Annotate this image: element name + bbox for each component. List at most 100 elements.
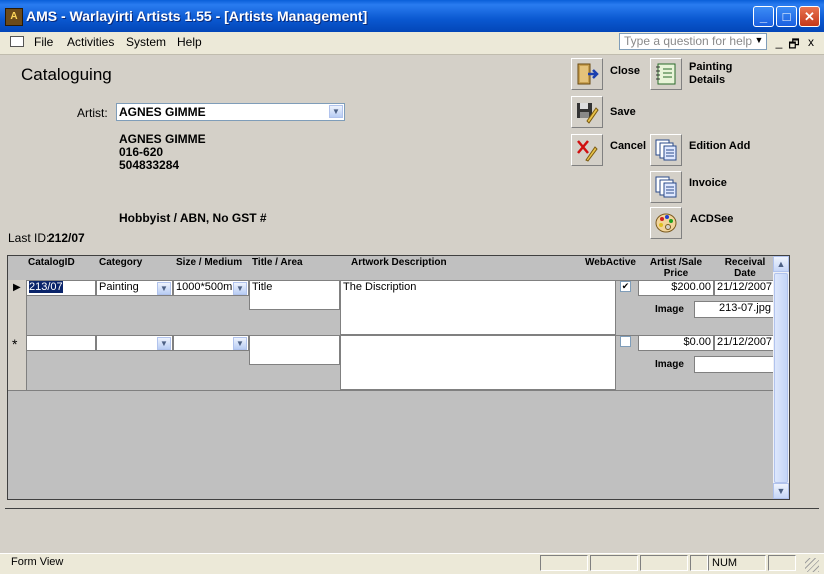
menu-help[interactable]: Help xyxy=(177,35,202,49)
edition-add-button[interactable] xyxy=(650,134,682,166)
status-num: NUM xyxy=(708,555,766,571)
chevron-down-icon[interactable]: ▼ xyxy=(233,282,247,295)
invoice-documents-icon xyxy=(655,176,677,198)
status-pane xyxy=(640,555,688,571)
mdi-minimize-button[interactable]: _ xyxy=(773,35,785,49)
painting-details-label-1: Painting xyxy=(689,61,733,73)
catalog-id-field[interactable]: 213/07 xyxy=(26,280,96,296)
row-selector[interactable] xyxy=(8,335,27,391)
last-id-label: Last ID: xyxy=(8,231,50,245)
form-title: Cataloguing xyxy=(21,65,112,84)
size-medium-value: 1000*500mm xyxy=(176,281,242,293)
artist-combobox[interactable]: AGNES GIMME ▼ xyxy=(116,103,345,121)
title-field[interactable]: Title xyxy=(249,280,340,310)
status-pane xyxy=(590,555,638,571)
size-medium-combobox[interactable]: ▼ xyxy=(173,335,249,351)
chevron-down-icon[interactable]: ▼ xyxy=(157,337,171,350)
mdi-close-button[interactable]: x xyxy=(805,35,817,49)
acdsee-button[interactable] xyxy=(650,207,682,239)
header-catalog-id: CatalogID xyxy=(28,257,75,268)
header-artwork-description: Artwork Description xyxy=(351,257,447,268)
invoice-button[interactable] xyxy=(650,171,682,203)
catalog-id-field[interactable] xyxy=(26,335,96,351)
category-value: Painting xyxy=(99,281,139,293)
last-id-value: 212/07 xyxy=(48,231,85,245)
cancel-label: Cancel xyxy=(610,140,647,152)
header-size-medium: Size / Medium xyxy=(176,257,243,268)
category-combobox[interactable]: Painting ▼ xyxy=(96,280,173,296)
door-exit-icon xyxy=(577,63,599,85)
status-pane xyxy=(768,555,796,571)
edition-add-label: Edition Add xyxy=(689,140,751,152)
chevron-down-icon[interactable]: ▼ xyxy=(157,282,171,295)
scroll-up-icon[interactable]: ▲ xyxy=(773,256,789,272)
form-menu-icon[interactable] xyxy=(10,36,24,47)
maximize-button[interactable]: □ xyxy=(776,6,797,27)
status-pane xyxy=(690,555,708,571)
scroll-down-icon[interactable]: ▼ xyxy=(773,483,789,499)
acdsee-label: ACDSee xyxy=(690,213,734,225)
status-mode: Form View xyxy=(11,556,64,568)
resize-grip-icon[interactable] xyxy=(805,558,819,572)
cancel-button[interactable] xyxy=(571,134,603,166)
divider xyxy=(5,508,819,509)
app-icon[interactable]: A xyxy=(5,8,23,26)
receival-date-field[interactable]: 21/12/2007 xyxy=(714,335,774,351)
help-dropdown-icon[interactable]: ▼ xyxy=(753,35,765,49)
image-field[interactable] xyxy=(694,356,774,373)
painting-details-label-2: Details xyxy=(689,74,726,86)
current-record-icon: ▶ xyxy=(13,282,21,293)
notebook-icon xyxy=(656,63,676,85)
category-combobox[interactable]: ▼ xyxy=(96,335,173,351)
header-artist-sale-price-1: Artist /Sale xyxy=(649,257,703,268)
mdi-restore-button[interactable]: 🗗 xyxy=(788,35,800,56)
chevron-down-icon[interactable]: ▼ xyxy=(329,105,343,118)
artist-detail-line3: 504833284 xyxy=(119,158,180,172)
description-field[interactable]: The Discription xyxy=(340,280,616,335)
artist-status: Hobbyist / ABN, No GST # xyxy=(119,211,267,225)
header-category: Category xyxy=(99,257,143,268)
scroll-thumb[interactable] xyxy=(774,273,788,483)
close-label: Close xyxy=(610,65,640,77)
save-label: Save xyxy=(610,106,636,118)
receival-date-field[interactable]: 21/12/2007 xyxy=(714,280,774,296)
artist-detail-line2: 016-620 xyxy=(119,145,164,159)
status-pane xyxy=(540,555,588,571)
painting-details-button[interactable] xyxy=(650,58,682,90)
header-receival-date-2: Date xyxy=(734,268,756,279)
image-field[interactable]: 213-07.jpg xyxy=(694,301,774,318)
artist-name: AGNES GIMME xyxy=(119,132,206,146)
title-field[interactable] xyxy=(249,335,340,365)
header-receival-date-1: Receival xyxy=(724,257,766,268)
artist-combobox-value: AGNES GIMME xyxy=(119,105,206,119)
image-label: Image xyxy=(655,359,684,370)
close-window-button[interactable]: ✕ xyxy=(799,6,820,27)
palette-icon xyxy=(655,213,677,233)
menu-system[interactable]: System xyxy=(126,35,166,49)
new-record-icon: * xyxy=(12,336,18,352)
webactive-checkbox[interactable]: ✔ xyxy=(620,281,631,292)
size-medium-combobox[interactable]: 1000*500mm ▼ xyxy=(173,280,249,296)
description-field[interactable] xyxy=(340,335,616,390)
artist-label: Artist: xyxy=(77,106,108,120)
catalog-id-value: 213/07 xyxy=(29,281,63,293)
header-webactive: WebActive xyxy=(585,257,636,268)
image-label: Image xyxy=(655,304,684,315)
header-title-area: Title / Area xyxy=(252,257,303,268)
header-artist-sale-price-2: Price xyxy=(663,268,689,279)
menu-activities[interactable]: Activities xyxy=(67,35,114,49)
minimize-button[interactable]: _ xyxy=(753,6,774,27)
cancel-x-icon xyxy=(577,140,598,162)
close-button[interactable] xyxy=(571,58,603,90)
invoice-label: Invoice xyxy=(689,177,727,189)
documents-stack-icon xyxy=(655,139,677,161)
price-field[interactable]: $0.00 xyxy=(638,335,714,351)
menu-file[interactable]: File xyxy=(34,35,53,49)
save-button[interactable] xyxy=(571,96,603,128)
window-title: AMS - Warlayirti Artists 1.55 - [Artists… xyxy=(26,8,368,24)
help-search-input[interactable]: Type a question for help xyxy=(619,33,767,50)
floppy-pencil-icon xyxy=(577,103,599,124)
chevron-down-icon[interactable]: ▼ xyxy=(233,337,247,350)
price-field[interactable]: $200.00 xyxy=(638,280,714,296)
webactive-checkbox[interactable] xyxy=(620,336,631,347)
